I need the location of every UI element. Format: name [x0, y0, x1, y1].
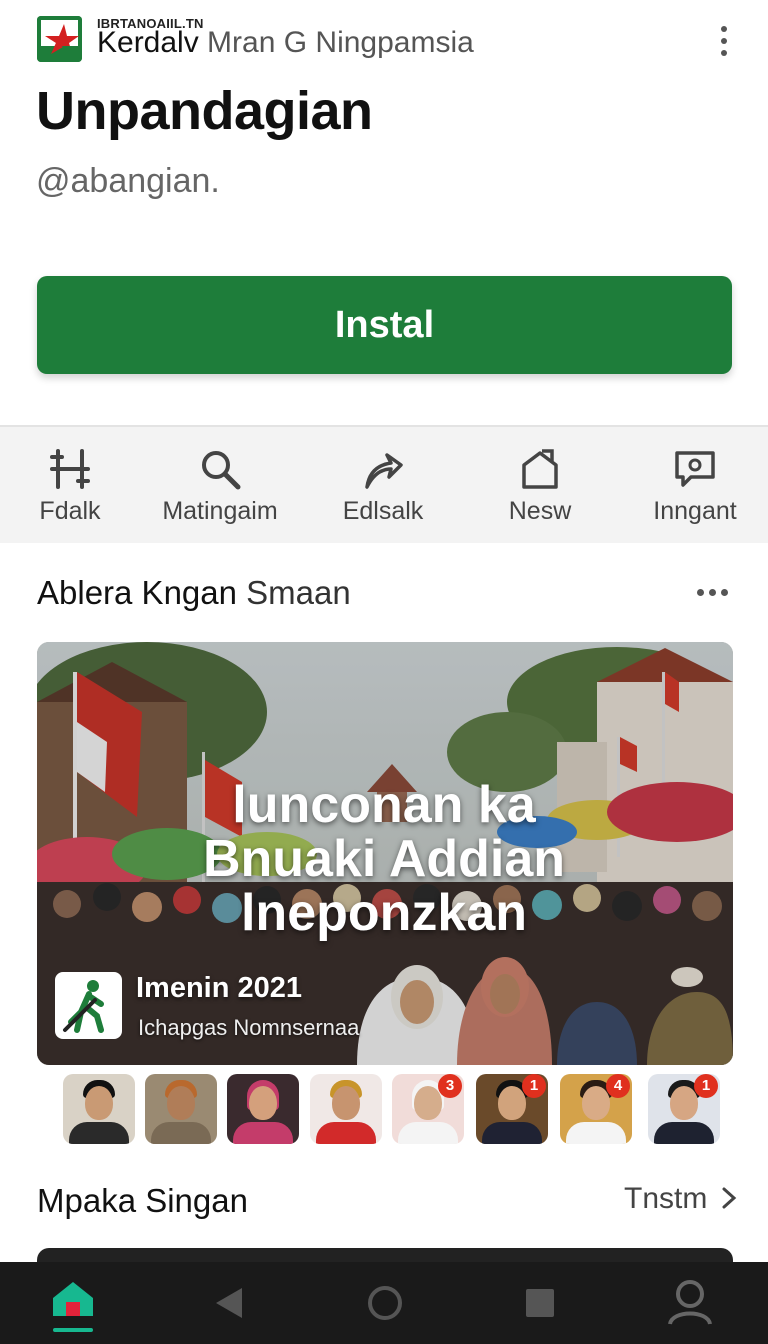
action-edlsalk[interactable]: Edlsalk — [328, 427, 438, 545]
action-label: Inngant — [653, 497, 737, 525]
hashtag-icon — [50, 449, 90, 489]
search-icon — [202, 451, 241, 490]
developer-name-rest: Mran G Ningpamsia — [198, 26, 474, 59]
banner-headline-line: lneponzkan — [240, 884, 528, 942]
house-outline-icon — [522, 449, 558, 489]
banner-year: Imenin 2021 — [136, 972, 303, 1004]
app-logo — [37, 16, 82, 62]
banner-badge — [55, 972, 122, 1039]
actions-row: Fdalk Matingaim Edlsalk Nesw Inngant — [0, 425, 768, 543]
home-icon — [53, 1282, 93, 1332]
notification-badge: 1 — [522, 1074, 546, 1098]
square-recents-icon — [526, 1289, 554, 1317]
avatar[interactable]: 3 — [392, 1074, 464, 1144]
section-title: Ablera Kngan Smaan — [37, 574, 351, 612]
action-nesw[interactable]: Nesw — [490, 427, 590, 545]
avatar[interactable] — [227, 1074, 299, 1144]
banner-headline: lunconan ka Bnuaki Addian lneponzkan — [0, 778, 768, 940]
action-inngant[interactable]: Inngant — [640, 427, 750, 545]
message-icon — [675, 451, 715, 487]
notification-badge: 4 — [606, 1074, 630, 1098]
nav-home[interactable] — [33, 1262, 113, 1344]
install-button[interactable]: Instal — [37, 276, 732, 374]
profile-icon — [668, 1280, 712, 1325]
action-fdalk[interactable]: Fdalk — [20, 427, 120, 545]
more-options-icon[interactable] — [712, 24, 736, 58]
action-matingaim[interactable]: Matingaim — [150, 427, 290, 545]
action-label: Matingaim — [162, 497, 278, 525]
bottom-navigation — [0, 1262, 768, 1344]
chevron-right-icon — [722, 1187, 736, 1209]
nav-profile[interactable] — [650, 1262, 730, 1344]
app-title: Unpandagian — [36, 81, 373, 141]
section-title-strong: Ablera Kngan — [37, 574, 237, 611]
avatar[interactable]: 4 — [560, 1074, 632, 1144]
section-title: Mpaka Singan — [37, 1182, 248, 1219]
avatar[interactable]: 1 — [476, 1074, 548, 1144]
nav-back[interactable] — [190, 1262, 270, 1344]
app-header: IBRTANOAIIL.TN Kerdalv Mran G Ningpamsia… — [0, 0, 768, 425]
banner-subtitle: Ichapgas Nomnsernaa — [138, 1015, 360, 1040]
see-all-label: Tnstm — [624, 1182, 708, 1215]
banner-headline-line: lunconan ka — [232, 776, 536, 834]
back-triangle-icon — [216, 1288, 242, 1318]
avatar[interactable]: 1 — [648, 1074, 720, 1144]
banner-headline-line: Bnuaki Addian — [202, 830, 566, 888]
see-all-link[interactable]: Tnstm — [624, 1182, 738, 1216]
action-label: Edlsalk — [342, 497, 424, 525]
avatar[interactable] — [145, 1074, 217, 1144]
avatar[interactable] — [63, 1074, 135, 1144]
circle-home-icon — [368, 1286, 402, 1320]
developer-name-strong: Kerdalv — [97, 26, 199, 59]
section-title-light: Smaan — [236, 574, 351, 611]
nav-home-circle[interactable] — [345, 1262, 425, 1344]
walking-figure-icon — [63, 980, 104, 1033]
more-horizontal-icon[interactable] — [695, 582, 731, 602]
developer-name[interactable]: Kerdalv Mran G Ningpamsia — [97, 26, 474, 60]
action-label: Nesw — [508, 497, 572, 525]
action-label: Fdalk — [39, 497, 101, 525]
avatar[interactable] — [310, 1074, 382, 1144]
share-arrow-icon — [365, 453, 403, 489]
nav-recents[interactable] — [500, 1262, 580, 1344]
app-handle: @abangian. — [36, 162, 220, 200]
notification-badge: 3 — [438, 1074, 462, 1098]
notification-badge: 1 — [694, 1074, 718, 1098]
